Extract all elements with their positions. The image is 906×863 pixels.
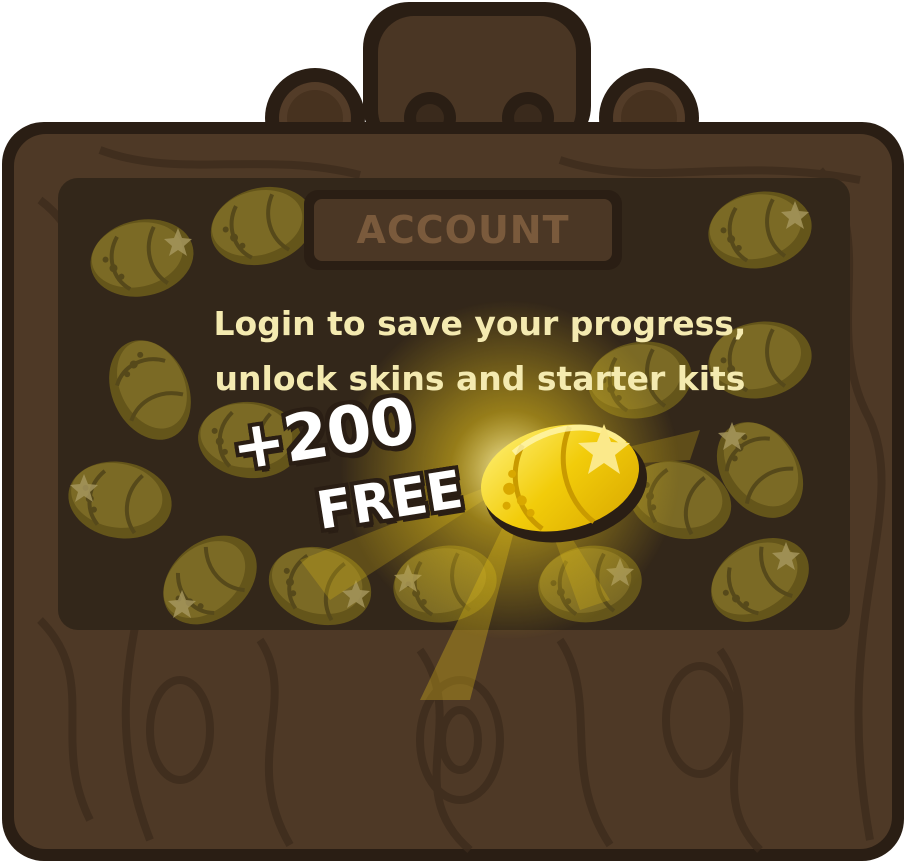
panel-title: ACCOUNT: [356, 208, 570, 252]
login-message-line-2: unlock skins and starter kits: [214, 359, 746, 398]
account-panel-art: [2, 2, 904, 861]
login-message-line-1: Login to save your progress,: [213, 304, 747, 343]
login-message: Login to save your progress, unlock skin…: [100, 296, 860, 406]
